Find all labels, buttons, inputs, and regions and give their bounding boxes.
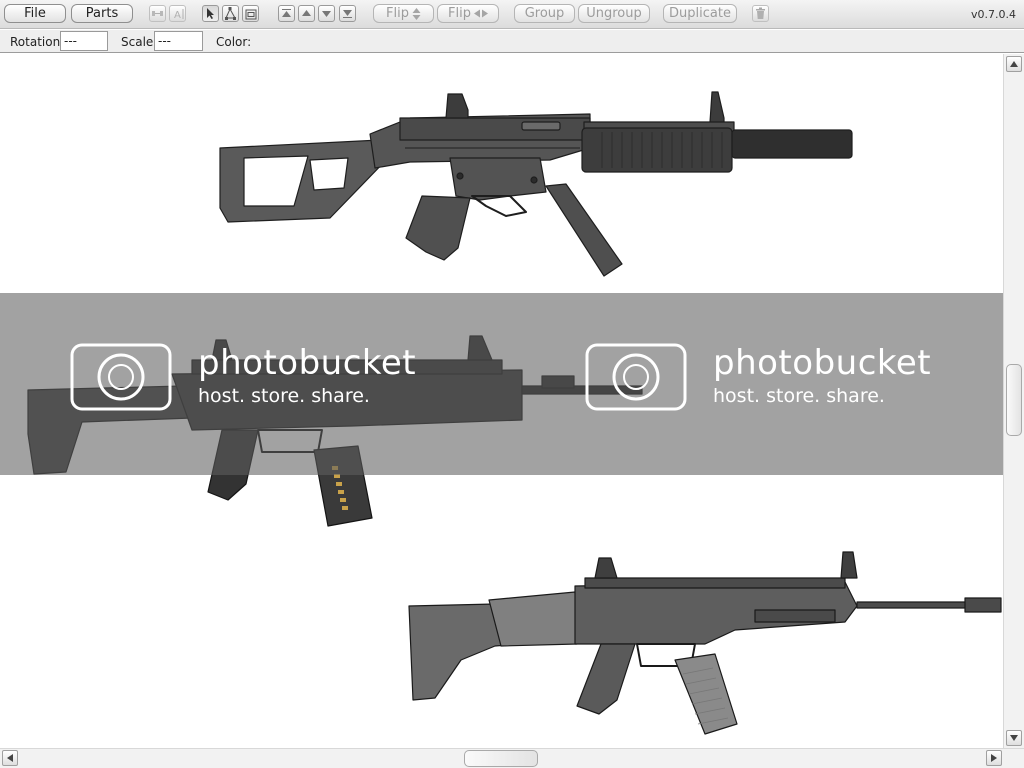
submachine-gun-with-suppressor[interactable] xyxy=(210,88,860,280)
flip-vertical-icon xyxy=(412,7,421,20)
move-up-icon[interactable] xyxy=(298,5,315,22)
scale-label: Scale: xyxy=(121,35,158,49)
ungroup-button[interactable]: Ungroup xyxy=(578,4,650,23)
svg-text:A: A xyxy=(174,10,181,20)
drawing-canvas[interactable]: photobucket host. store. share. photobuc… xyxy=(0,54,1003,748)
camera-logo-icon xyxy=(70,343,172,411)
battle-rifle[interactable] xyxy=(405,548,1003,740)
edit-tool-icon[interactable] xyxy=(222,5,239,22)
file-menu-button[interactable]: File xyxy=(4,4,66,23)
horizontal-scrollbar[interactable] xyxy=(0,748,1024,768)
duplicate-label: Duplicate xyxy=(669,6,731,21)
color-label: Color: xyxy=(216,35,252,49)
send-to-back-icon[interactable] xyxy=(339,5,356,22)
flip-vertical-label: Flip xyxy=(386,6,409,21)
watermark-tagline: host. store. share. xyxy=(198,385,370,407)
move-down-icon[interactable] xyxy=(318,5,335,22)
flip-horizontal-icon xyxy=(473,9,488,18)
horizontal-scroll-thumb[interactable] xyxy=(464,750,538,767)
pointer-tool-icon[interactable] xyxy=(202,5,219,22)
scroll-up-icon[interactable] xyxy=(1006,56,1022,72)
vertical-scroll-thumb[interactable] xyxy=(1006,364,1022,436)
photobucket-watermark: photobucket host. store. share. photobuc… xyxy=(0,293,1003,475)
file-menu-label: File xyxy=(24,6,46,21)
ungroup-label: Ungroup xyxy=(586,6,642,21)
main-toolbar: File Parts A Flip Flip Group Ungroup Dup… xyxy=(0,0,1024,29)
parts-menu-label: Parts xyxy=(85,6,119,21)
bring-to-front-icon[interactable] xyxy=(278,5,295,22)
parts-menu-button[interactable]: Parts xyxy=(71,4,133,23)
rotation-field[interactable] xyxy=(60,31,108,51)
scroll-right-icon[interactable] xyxy=(986,750,1002,766)
watermark-tagline: host. store. share. xyxy=(713,385,885,407)
scroll-left-icon[interactable] xyxy=(2,750,18,766)
distribute-icon[interactable] xyxy=(149,5,166,22)
box-tool-icon[interactable] xyxy=(242,5,259,22)
flip-horizontal-label: Flip xyxy=(448,6,471,21)
scale-field[interactable] xyxy=(154,31,203,51)
flip-vertical-button[interactable]: Flip xyxy=(373,4,434,23)
watermark-brand: photobucket xyxy=(198,343,417,383)
flip-horizontal-button[interactable]: Flip xyxy=(437,4,499,23)
camera-logo-icon xyxy=(585,343,687,411)
group-label: Group xyxy=(524,6,565,21)
group-button[interactable]: Group xyxy=(514,4,575,23)
watermark-brand: photobucket xyxy=(713,343,932,383)
scroll-down-icon[interactable] xyxy=(1006,730,1022,746)
trash-icon[interactable] xyxy=(752,5,769,22)
property-bar: Rotation: Scale: Color: xyxy=(0,30,1024,53)
rotation-label: Rotation: xyxy=(10,35,65,49)
text-align-icon[interactable]: A xyxy=(169,5,186,22)
version-label: v0.7.0.4 xyxy=(971,8,1016,21)
duplicate-button[interactable]: Duplicate xyxy=(663,4,737,23)
vertical-scrollbar[interactable] xyxy=(1003,54,1024,748)
